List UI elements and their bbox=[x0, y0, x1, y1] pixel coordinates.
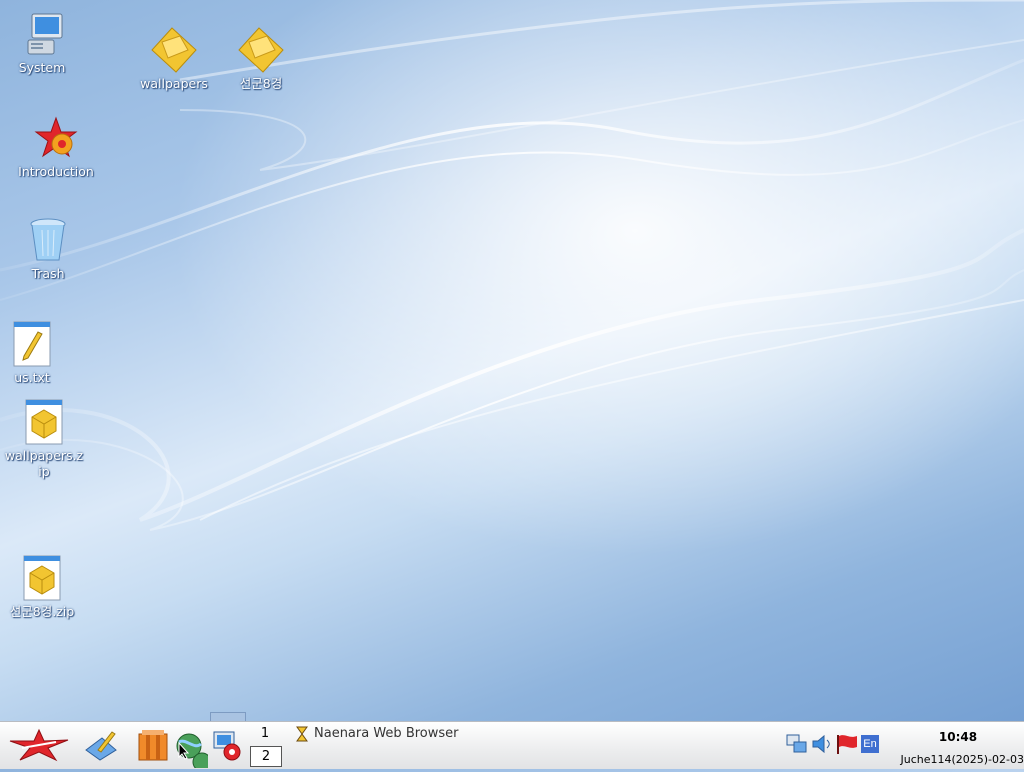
date: Juche114(2025)-02-03 bbox=[900, 753, 1024, 766]
desktop-icon-trash[interactable]: Trash bbox=[8, 216, 88, 282]
desktop-icon-seongun-folder[interactable]: 선군8경 bbox=[221, 26, 301, 92]
tray-volume[interactable] bbox=[811, 733, 833, 757]
desktop-icon-label: wallpapers.zip bbox=[4, 448, 84, 479]
control-panel-icon bbox=[213, 731, 241, 761]
network-icon bbox=[786, 734, 807, 753]
taskbar-task-naenara-browser[interactable]: Naenara Web Browser bbox=[294, 724, 484, 744]
desktop-icon-introduction[interactable]: Introduction bbox=[18, 114, 94, 180]
mouse-cursor bbox=[178, 741, 190, 764]
folder-icon bbox=[237, 26, 285, 74]
launcher-file-manager[interactable] bbox=[136, 728, 170, 762]
launcher-control-panel[interactable] bbox=[210, 728, 244, 762]
desktop: System wallpapers 선군8경 Introduction Tras… bbox=[0, 0, 1024, 721]
desktop-icon-label: us.txt bbox=[14, 370, 50, 385]
tray-network[interactable] bbox=[786, 733, 808, 757]
editor-icon bbox=[85, 731, 117, 761]
desktop-icon-label: System bbox=[18, 60, 66, 75]
tray-input-method[interactable]: En bbox=[861, 733, 881, 757]
desktop-icon-label: wallpapers bbox=[140, 76, 208, 91]
desktop-icon-label: 선군8경 bbox=[239, 76, 283, 91]
desktop-icon-seongun-zip[interactable]: 선군8경.zip bbox=[2, 554, 82, 620]
desktop-icon-label: Trash bbox=[31, 266, 65, 281]
trash-icon bbox=[24, 216, 72, 264]
desktop-icon-us-txt[interactable]: us.txt bbox=[0, 320, 72, 386]
workspace-1-button[interactable]: 1 bbox=[250, 724, 280, 743]
tray-flag[interactable] bbox=[835, 733, 859, 757]
desktop-icon-label: 선군8경.zip bbox=[9, 604, 75, 619]
flag-icon bbox=[837, 735, 857, 754]
task-title: Naenara Web Browser bbox=[314, 726, 459, 741]
workspace-2-button[interactable]: 2 bbox=[250, 746, 282, 767]
volume-icon bbox=[812, 734, 830, 754]
red-star-menu-icon bbox=[9, 728, 69, 762]
zip-file-icon bbox=[20, 398, 68, 446]
desktop-icon-wallpapers-zip[interactable]: wallpapers.zip bbox=[4, 398, 84, 480]
workspace-pager: 1 2 bbox=[250, 724, 282, 768]
computer-icon bbox=[18, 10, 66, 58]
desktop-icon-system[interactable]: System bbox=[2, 10, 82, 76]
desktop-icon-label: Introduction bbox=[18, 164, 94, 179]
zip-file-icon bbox=[18, 554, 66, 602]
introduction-star-icon bbox=[32, 114, 80, 162]
input-method-icon: En bbox=[861, 735, 879, 753]
text-file-icon bbox=[8, 320, 56, 368]
hourglass-icon bbox=[296, 726, 308, 746]
folder-icon bbox=[150, 26, 198, 74]
start-menu-button[interactable] bbox=[8, 728, 70, 762]
desktop-icon-wallpapers-folder[interactable]: wallpapers bbox=[134, 26, 214, 92]
panel-autohide-handle[interactable] bbox=[210, 712, 246, 721]
wallpaper-waves bbox=[0, 0, 1024, 721]
file-manager-icon bbox=[138, 730, 168, 761]
clock[interactable]: 10:48 bbox=[916, 730, 1000, 744]
launcher-editor[interactable] bbox=[84, 728, 118, 762]
